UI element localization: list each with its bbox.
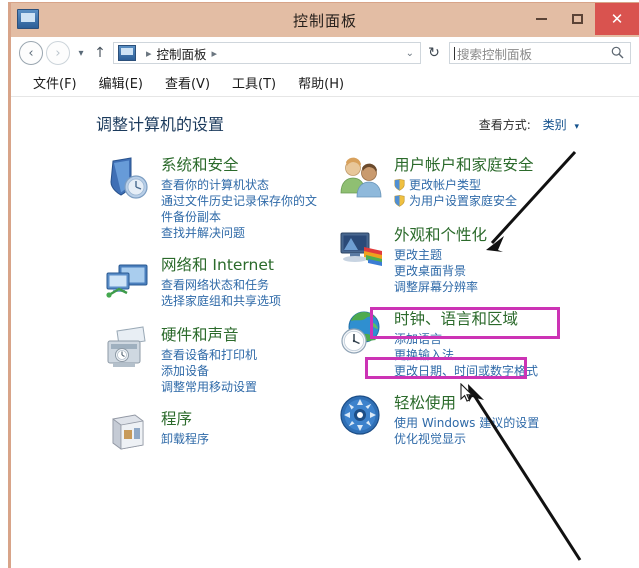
address-bar: ‹ › ▾ ↑ ▸ 控制面板 ▸ ⌄ ↻ 搜索控制面板 [11,37,639,69]
link-adjust-screen-resolution[interactable]: 调整屏幕分辨率 [394,279,581,295]
menu-file[interactable]: 文件(F) [33,73,77,92]
appearance-palette-icon [338,225,386,273]
up-button[interactable]: ↑ [91,45,109,61]
breadcrumb-control-panel[interactable]: 控制面板 [157,44,207,63]
category-network-and-internet: 网络和 Internet 查看网络状态和任务 选择家庭组和共享选项 [103,255,328,311]
mouse-cursor [460,383,474,402]
ease-of-access-icon [338,393,386,441]
breadcrumb-control-panel-icon [118,45,136,61]
category-title[interactable]: 外观和个性化 [394,225,581,245]
security-shield-icon [105,155,153,203]
link-network-status[interactable]: 查看网络状态和任务 [161,277,328,293]
title-bar: 控制面板 ✕ [11,3,639,37]
control-panel-screenshot: 控制面板 ✕ ‹ › ▾ ↑ ▸ 控制面板 ▸ ⌄ ↻ 搜索控制面板 文件(F)… [0,0,639,568]
page-title: 调整计算机的设置 [96,115,225,134]
link-use-recommended-settings[interactable]: 使用 Windows 建议的设置 [394,415,581,431]
chevron-down-icon[interactable]: ▾ [574,122,579,132]
recent-locations-button[interactable]: ▾ [73,48,89,59]
category-appearance-and-personalization: 外观和个性化 更改主题 更改桌面背景 调整屏幕分辨率 [336,225,581,295]
uac-shield-icon [394,179,405,191]
category-title[interactable]: 系统和安全 [161,155,328,175]
printer-hardware-icon [105,325,153,373]
breadcrumb-bar[interactable]: ▸ 控制面板 ▸ ⌄ [113,42,421,64]
category-programs: 程序 卸载程序 [103,409,328,465]
view-by-value[interactable]: 类别 [543,118,567,132]
link-change-date-time-number-formats[interactable]: 更改日期、时间或数字格式 [394,363,581,379]
refresh-button[interactable]: ↻ [423,45,445,61]
link-add-device[interactable]: 添加设备 [161,363,328,379]
menu-bar: 文件(F) 编辑(E) 查看(V) 工具(T) 帮助(H) [11,69,639,97]
category-title[interactable]: 用户帐户和家庭安全 [394,155,581,175]
menu-help[interactable]: 帮助(H) [298,73,344,92]
category-user-accounts-and-family-safety: 用户帐户和家庭安全 更改帐户类型 为用户设置家庭安全 [336,155,581,211]
minimize-icon [535,18,547,20]
category-title[interactable]: 网络和 Internet [161,255,328,275]
search-icon-svg [611,46,624,59]
link-change-account-type[interactable]: 更改帐户类型 [394,177,581,193]
view-by-label: 查看方式: [478,118,531,132]
link-file-history-backup[interactable]: 通过文件历史记录保存你的文件备份副本 [161,193,328,225]
link-text: 更改帐户类型 [409,178,482,192]
link-change-theme[interactable]: 更改主题 [394,247,581,263]
category-hardware-and-sound: 硬件和声音 查看设备和打印机 添加设备 调整常用移动设置 [103,325,328,395]
link-optimize-visual-display[interactable]: 优化视觉显示 [394,431,581,447]
link-mobility-settings[interactable]: 调整常用移动设置 [161,379,328,395]
link-view-computer-status[interactable]: 查看你的计算机状态 [161,177,328,193]
close-button[interactable]: ✕ [595,3,639,35]
link-change-desktop-background[interactable]: 更改桌面背景 [394,263,581,279]
link-uninstall-program[interactable]: 卸载程序 [161,431,328,447]
minimize-button[interactable] [523,3,559,35]
category-system-and-security: 系统和安全 查看你的计算机状态 通过文件历史记录保存你的文件备份副本 查找并解决… [103,155,328,241]
menu-edit[interactable]: 编辑(E) [99,73,143,92]
category-title[interactable]: 时钟、语言和区域 [394,309,581,329]
category-title[interactable]: 程序 [161,409,328,429]
maximize-icon [571,14,583,24]
link-homegroup-sharing[interactable]: 选择家庭组和共享选项 [161,293,328,309]
uac-shield-icon [394,195,405,207]
link-change-input-method[interactable]: 更换输入法 [394,347,581,363]
right-category-column: 用户帐户和家庭安全 更改帐户类型 为用户设置家庭安全 外观和个性化 更改主题 更… [336,155,581,463]
link-text: 为用户设置家庭安全 [409,194,518,208]
category-title[interactable]: 硬件和声音 [161,325,328,345]
forward-button[interactable]: › [46,41,70,65]
link-devices-and-printers[interactable]: 查看设备和打印机 [161,347,328,363]
search-text-caret [454,46,455,60]
network-monitor-icon [105,255,153,303]
clock-globe-icon [338,309,386,357]
search-box[interactable]: 搜索控制面板 [449,42,631,64]
category-ease-of-access: 轻松使用 使用 Windows 建议的设置 优化视觉显示 [336,393,581,449]
programs-box-icon [105,409,153,457]
content-area: 调整计算机的设置 查看方式: 类别 ▾ 系统和安全 查看你的计算机状态 通过文件… [11,97,639,567]
back-button[interactable]: ‹ [19,41,43,65]
search-icon[interactable] [611,46,624,63]
link-family-safety[interactable]: 为用户设置家庭安全 [394,193,581,209]
link-add-language[interactable]: 添加语言 [394,331,581,347]
search-input[interactable]: 搜索控制面板 [457,44,532,63]
breadcrumb-separator-2[interactable]: ▸ [212,47,218,60]
category-title[interactable]: 轻松使用 [394,393,581,413]
maximize-button[interactable] [559,3,595,35]
control-panel-window: 控制面板 ✕ ‹ › ▾ ↑ ▸ 控制面板 ▸ ⌄ ↻ 搜索控制面板 文件(F)… [8,2,639,568]
breadcrumb-separator-1: ▸ [146,46,152,60]
window-controls: ✕ [523,3,639,37]
menu-view[interactable]: 查看(V) [165,73,210,92]
link-troubleshoot[interactable]: 查找并解决问题 [161,225,328,241]
menu-tools[interactable]: 工具(T) [232,73,276,92]
view-by-control: 查看方式: 类别 ▾ [479,116,579,133]
breadcrumb-dropdown-icon[interactable]: ⌄ [406,48,414,59]
category-clock-language-and-region: 时钟、语言和区域 添加语言 更换输入法 更改日期、时间或数字格式 [336,309,581,379]
left-category-column: 系统和安全 查看你的计算机状态 通过文件历史记录保存你的文件备份副本 查找并解决… [103,155,328,479]
user-accounts-icon [338,155,386,203]
